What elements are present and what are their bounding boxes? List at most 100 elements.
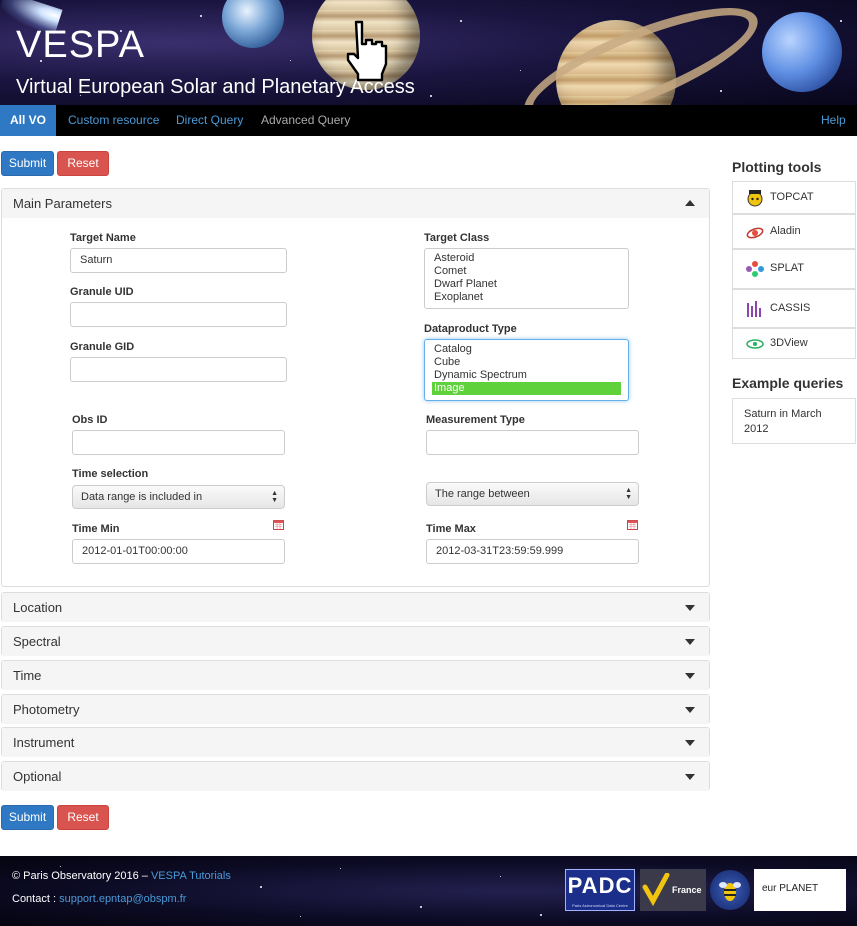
help-link[interactable]: Help [811,105,856,136]
list-option-selected[interactable]: Image [432,382,621,395]
granule-gid-label: Granule GID [70,341,135,353]
measurement-type-input[interactable] [426,430,639,455]
submit-button-bottom[interactable]: Submit [1,805,54,830]
europlanet-text: eur PLANET [762,883,819,894]
updown-arrows-icon: ▲ ▼ [625,487,632,501]
vo-france-logo[interactable]: France [640,869,706,911]
target-class-label: Target Class [424,232,490,244]
main-parameters-header[interactable]: Main Parameters [2,189,709,218]
tool-label: CASSIS [770,302,811,314]
contact-label: Contact : [12,893,60,905]
earth-image [222,0,284,48]
range-select-value: The range between [435,488,530,500]
panel-title: Instrument [13,735,75,750]
obs-id-label: Obs ID [72,414,108,426]
tool-aladin[interactable]: Aladin [732,214,856,249]
caret-down-icon [685,740,695,746]
hand-cursor-icon [346,20,388,82]
contact-email-link[interactable]: support.epntap@obspm.fr [59,893,186,905]
footer-copyright: © Paris Observatory 2016 – VESPA Tutoria… [12,870,231,882]
list-option[interactable]: Cube [434,356,619,369]
tool-splat[interactable]: SPLAT [732,249,856,289]
copyright-text: © Paris Observatory 2016 – [12,870,151,882]
panel-title: Main Parameters [13,196,112,211]
tab-direct-query[interactable]: Direct Query [166,105,253,136]
splat-icon [746,261,764,277]
updown-arrows-icon: ▲ ▼ [271,490,278,504]
header-banner: VESPA Virtual European Solar and Planeta… [0,0,857,106]
calendar-icon[interactable] [627,520,638,530]
neptune-image [762,12,842,92]
obs-id-input[interactable] [72,430,285,455]
padc-logo[interactable]: PADC Paris Astronomical Data Centre [565,869,635,911]
list-option[interactable]: Dwarf Planet [434,278,619,291]
tool-label: 3DView [770,337,808,349]
tool-3dview[interactable]: 3DView [732,328,856,359]
panel-title: Photometry [13,702,80,717]
dataproduct-type-label: Dataproduct Type [424,323,517,335]
example-query-item[interactable]: Saturn in March 2012 [732,398,856,444]
bee-logo[interactable] [710,870,750,910]
panel-title: Spectral [13,634,61,649]
instrument-panel[interactable]: Instrument [1,727,710,757]
caret-down-icon [685,707,695,713]
time-panel[interactable]: Time [1,660,710,690]
list-option[interactable]: Dynamic Spectrum [434,369,619,382]
time-min-label: Time Min [72,523,120,535]
tab-advanced-query[interactable]: Advanced Query [251,105,360,136]
granule-gid-input[interactable] [70,357,287,382]
submit-button-top[interactable]: Submit [1,151,54,176]
list-option[interactable]: Catalog [434,343,619,356]
list-option[interactable]: Exoplanet [434,291,619,304]
granule-uid-input[interactable] [70,302,287,327]
tool-cassis[interactable]: CASSIS [732,289,856,328]
topcat-icon [747,190,763,207]
time-max-label: Time Max [426,523,476,535]
europlanet-logo[interactable]: eur PLANET [754,869,846,911]
target-name-input[interactable]: Saturn [70,248,287,273]
padc-logo-subtext: Paris Astronomical Data Centre [572,903,628,908]
time-selection-select[interactable]: Data range is included in ▲ ▼ [72,485,285,509]
caret-down-icon [685,605,695,611]
panel-title: Optional [13,769,62,784]
measurement-type-label: Measurement Type [426,414,525,426]
footer-contact: Contact : support.epntap@obspm.fr [12,893,186,905]
photometry-panel[interactable]: Photometry [1,694,710,724]
saturn-image [511,0,776,106]
tab-custom-resource[interactable]: Custom resource [58,105,169,136]
target-name-label: Target Name [70,232,136,244]
range-select[interactable]: The range between ▲ ▼ [426,482,639,506]
panel-title: Time [13,668,42,683]
plotting-tools-title: Plotting tools [732,159,822,175]
optional-panel[interactable]: Optional [1,761,710,791]
list-option[interactable]: Asteroid [434,252,619,265]
caret-down-icon [685,639,695,645]
spectral-panel[interactable]: Spectral [1,626,710,656]
reset-button-bottom[interactable]: Reset [57,805,109,830]
example-query-text: Saturn in March 2012 [744,408,822,435]
main-navbar: All VO Custom resource Direct Query Adva… [0,105,857,136]
example-queries-title: Example queries [732,375,844,391]
3dview-icon [746,339,764,349]
granule-uid-label: Granule UID [70,286,134,298]
panel-title: Location [13,600,63,615]
vo-check-icon [642,873,670,907]
time-min-input[interactable]: 2012-01-01T00:00:00 [72,539,285,564]
location-panel[interactable]: Location [1,592,710,622]
tool-label: Aladin [770,225,801,237]
caret-up-icon [685,200,695,206]
target-class-list[interactable]: Asteroid Comet Dwarf Planet Exoplanet [424,248,629,309]
padc-logo-text: PADC [567,873,633,898]
list-option[interactable]: Comet [434,265,619,278]
tool-label: TOPCAT [770,191,814,203]
tab-all-vo[interactable]: All VO [0,105,57,136]
cassis-icon [747,301,761,317]
main-parameters-panel: Main Parameters Target Name Saturn Granu… [1,188,710,587]
dataproduct-type-list[interactable]: Catalog Cube Dynamic Spectrum Image [424,339,629,401]
time-max-input[interactable]: 2012-03-31T23:59:59.999 [426,539,639,564]
vo-france-text: France [672,885,702,895]
calendar-icon[interactable] [273,520,284,530]
tutorials-link[interactable]: VESPA Tutorials [151,870,231,882]
reset-button-top[interactable]: Reset [57,151,109,176]
tool-topcat[interactable]: TOPCAT [732,181,856,214]
